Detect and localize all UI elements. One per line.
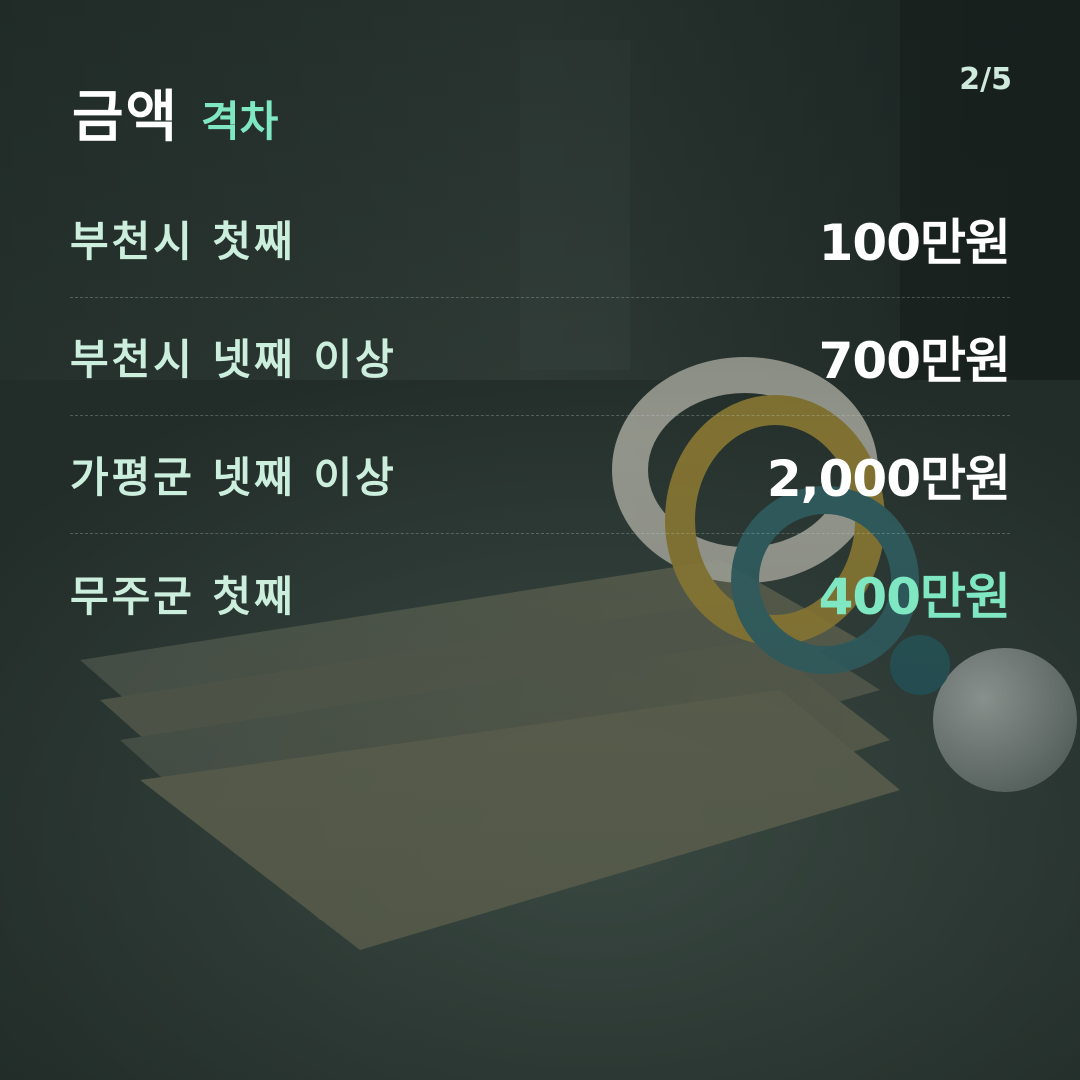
table-row: 가평군 넷째 이상 2,000만원 xyxy=(70,416,1011,534)
table-row: 부천시 첫째 100만원 xyxy=(70,180,1011,298)
table-row: 부천시 넷째 이상 700만원 xyxy=(70,298,1011,416)
title-main: 금액 xyxy=(72,85,180,150)
title: 금액 격차 xyxy=(72,72,278,153)
row-value: 700만원 xyxy=(818,331,1011,390)
amount-table: 부천시 첫째 100만원 부천시 넷째 이상 700만원 가평군 넷째 이상 2… xyxy=(70,180,1011,652)
title-accent: 격차 xyxy=(201,97,279,146)
row-label: 무주군 첫째 xyxy=(70,571,296,621)
row-value: 100만원 xyxy=(818,213,1011,272)
row-value-highlight: 400만원 xyxy=(818,568,1011,626)
row-value: 2,000만원 xyxy=(766,449,1011,508)
row-label: 부천시 넷째 이상 xyxy=(70,335,397,384)
row-label: 부천시 첫째 xyxy=(70,217,296,266)
page-indicator: 2/5 xyxy=(959,62,1012,97)
table-row: 무주군 첫째 400만원 xyxy=(70,534,1011,652)
row-label: 가평군 넷째 이상 xyxy=(70,453,397,502)
